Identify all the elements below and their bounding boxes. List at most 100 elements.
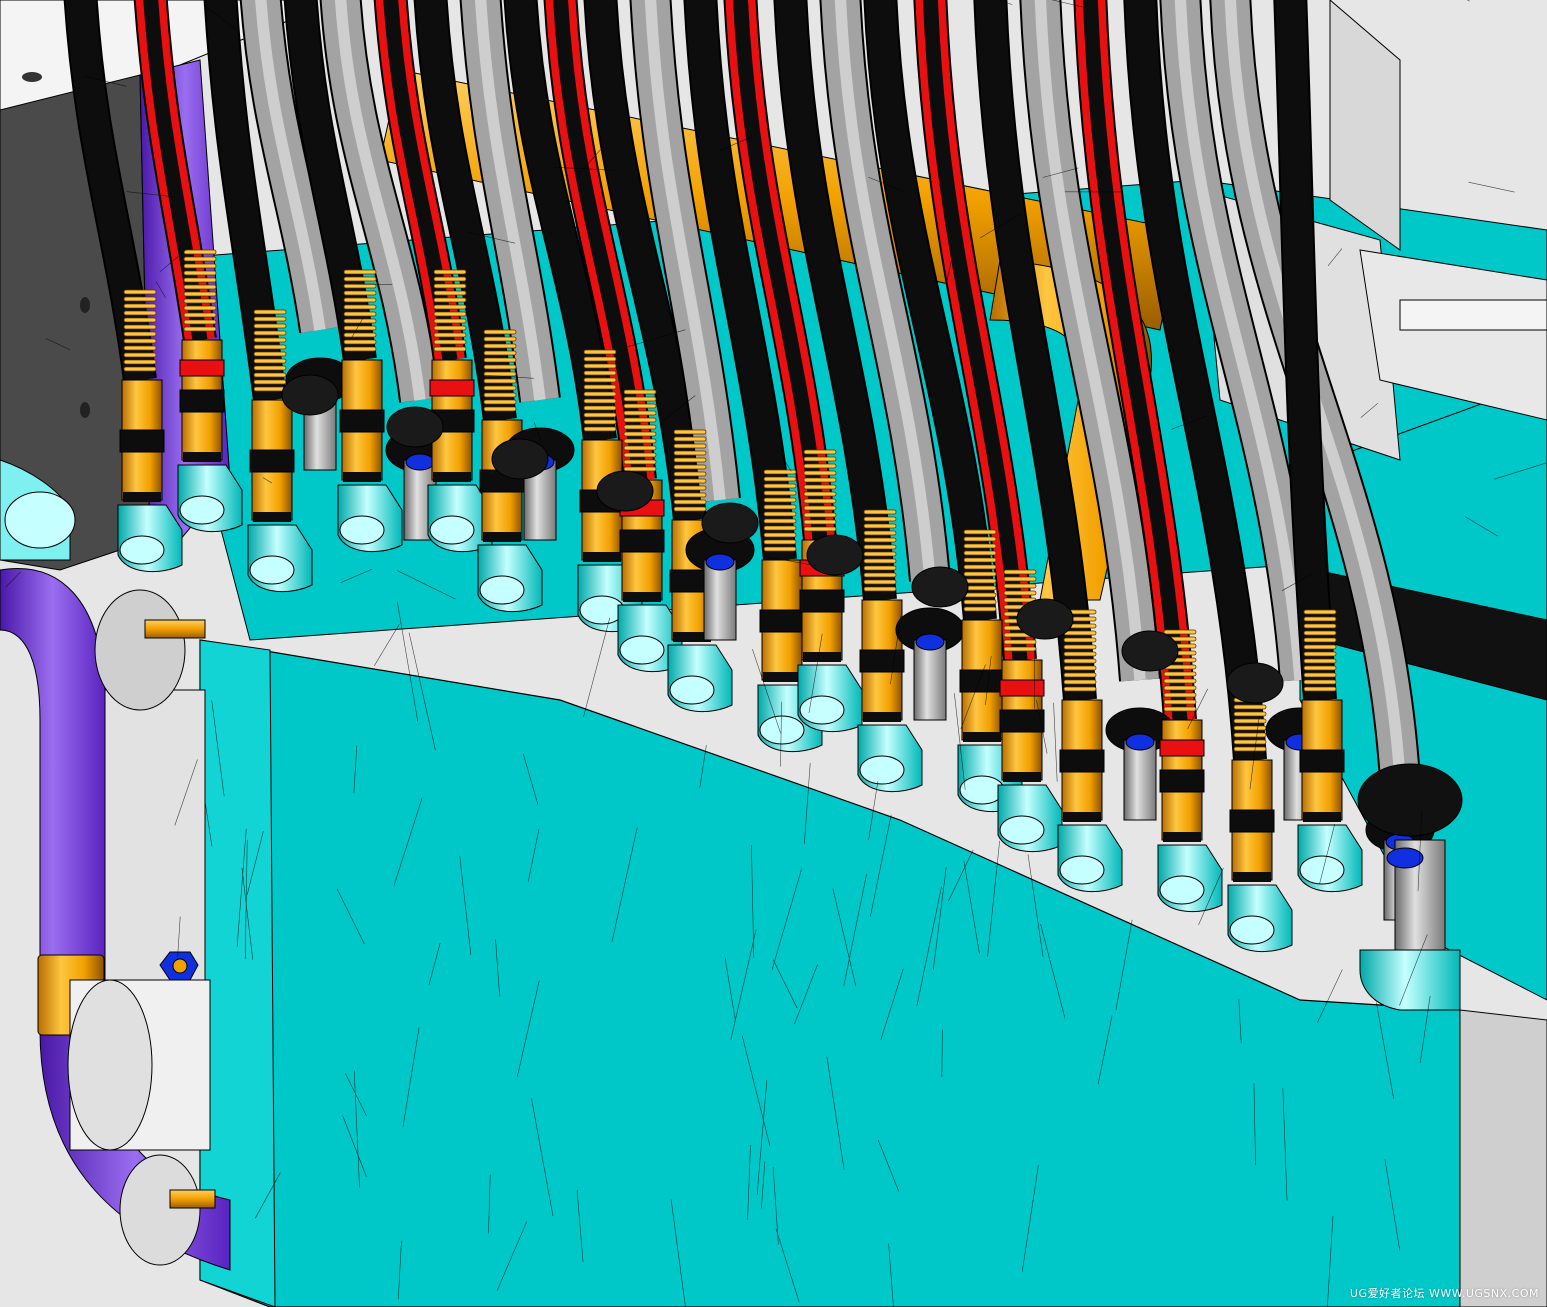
spring-turn [123, 310, 157, 316]
spring-turn [763, 490, 797, 496]
spring-turn [483, 336, 517, 342]
blue-collet-icon [915, 633, 945, 651]
spring-turn [1233, 704, 1267, 710]
spring-turn [183, 249, 217, 255]
spring-turn [963, 543, 997, 549]
spring-turn [583, 370, 617, 376]
spring-turn [963, 585, 997, 591]
spring-turn [623, 410, 657, 416]
spring-turn [583, 356, 617, 362]
spring-turn [483, 357, 517, 363]
spring-turn [343, 269, 377, 275]
spring-turn [583, 419, 617, 425]
fitting-bottom-band [1303, 812, 1341, 822]
spring-turn [253, 344, 287, 350]
spring-turn [963, 550, 997, 556]
spring-turn [763, 504, 797, 510]
spring-turn [763, 546, 797, 552]
spring-turn [253, 386, 287, 392]
spring-turn [583, 384, 617, 390]
spring-turn [433, 332, 467, 338]
black-o-ring [119, 429, 165, 453]
elbow-opening [999, 815, 1045, 845]
spring-turn [343, 290, 377, 296]
spring-turn [183, 298, 217, 304]
spring-turn [1003, 646, 1037, 652]
spring-turn [1233, 718, 1267, 724]
spring-turn [183, 305, 217, 311]
spring-turn [183, 263, 217, 269]
spring-turn [623, 452, 657, 458]
spring-turn [1163, 629, 1197, 635]
spring-turn [343, 276, 377, 282]
spring-turn [803, 519, 837, 525]
spring-turn [803, 484, 837, 490]
spring-turn [183, 319, 217, 325]
spring-turn [1003, 583, 1037, 589]
spring-turn [1233, 725, 1267, 731]
spring-turn [863, 558, 897, 564]
spring-turn [343, 304, 377, 310]
spring-turn [963, 599, 997, 605]
black-o-ring [1159, 769, 1205, 793]
spring-turn [253, 330, 287, 336]
elbow-opening [799, 695, 845, 725]
spring-turn [1063, 665, 1097, 671]
elbow-opening [1059, 855, 1105, 885]
watermark-text: UG爱好者论坛 WWW.UGSNX.COM [1349, 1287, 1539, 1300]
spring-turn [673, 499, 707, 505]
spring-turn [183, 277, 217, 283]
spring-turn [623, 417, 657, 423]
spring-turn [763, 476, 797, 482]
spring-turn [1063, 679, 1097, 685]
red-band [179, 359, 225, 377]
elbow-opening [429, 515, 475, 545]
red-band [429, 379, 475, 397]
spring-turn [863, 509, 897, 515]
elbow-opening [119, 535, 165, 565]
elbow-opening [759, 715, 805, 745]
spring-turn [583, 349, 617, 355]
spring-turn [433, 325, 467, 331]
spring-turn [1163, 678, 1197, 684]
spring-turn [583, 398, 617, 404]
fitting-bottom-band [1003, 772, 1041, 782]
black-o-ring [619, 529, 665, 553]
spring-turn [483, 364, 517, 370]
spring-turn [483, 406, 517, 412]
spring-turn [803, 449, 837, 455]
spring-turn [963, 536, 997, 542]
black-grommet [701, 502, 759, 544]
spring-turn [123, 324, 157, 330]
fitting-bottom-band [763, 672, 801, 682]
spring-turn [763, 483, 797, 489]
spring-turn [1163, 706, 1197, 712]
elbow-opening [249, 555, 295, 585]
spring-turn [1003, 576, 1037, 582]
spring-turn [583, 412, 617, 418]
spring-turn [583, 363, 617, 369]
spring-turn [863, 537, 897, 543]
spring-turn [763, 469, 797, 475]
spring-turn [433, 276, 467, 282]
spring-turn [673, 485, 707, 491]
spring-turn [1303, 637, 1337, 643]
black-grommet [596, 470, 654, 512]
black-o-ring [759, 609, 805, 633]
black-o-ring [1059, 749, 1105, 773]
elbow-opening [1299, 855, 1345, 885]
spring-turn [803, 491, 837, 497]
fitting-bottom-band [1063, 812, 1101, 822]
spring-turn [763, 497, 797, 503]
spring-turn [123, 352, 157, 358]
spring-turn [483, 378, 517, 384]
spring-turn [433, 311, 467, 317]
spring-turn [963, 571, 997, 577]
spring-turn [1303, 658, 1337, 664]
spring-turn [1233, 711, 1267, 717]
spring-turn [763, 525, 797, 531]
spring-turn [1163, 699, 1197, 705]
spring-turn [673, 492, 707, 498]
black-o-ring [249, 449, 295, 473]
spring-turn [863, 544, 897, 550]
